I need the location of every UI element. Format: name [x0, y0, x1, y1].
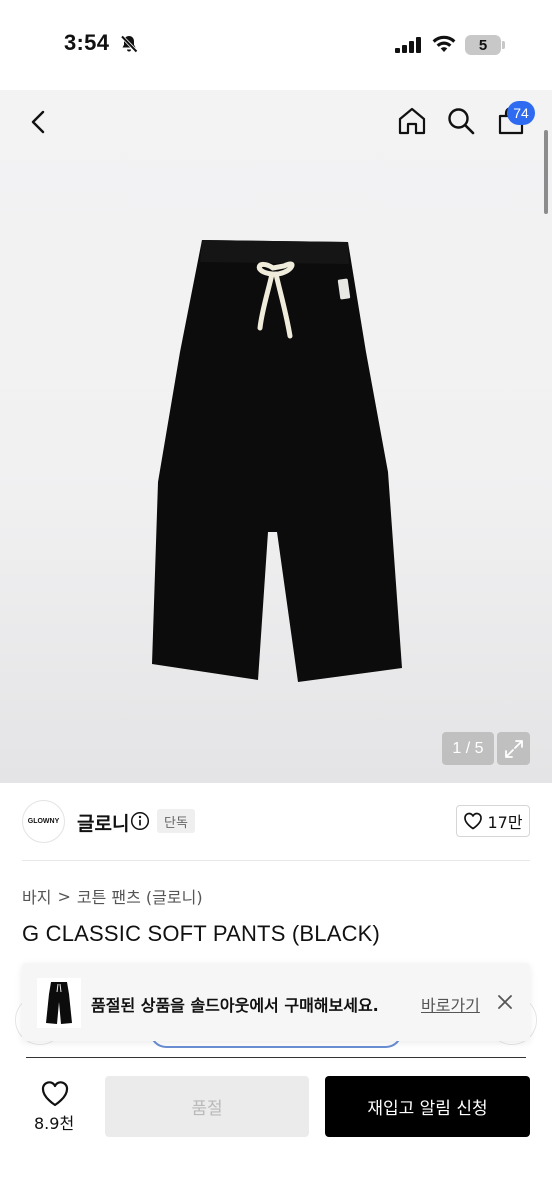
wifi-icon	[432, 35, 456, 52]
close-icon[interactable]	[496, 993, 514, 1011]
image-counter: 1 / 5	[442, 732, 494, 765]
toast-message: 품절된 상품을 솔드아웃에서 구매해보세요.	[91, 996, 379, 1015]
status-time: 3:54	[64, 30, 110, 55]
breadcrumb-subcategory[interactable]: 코튼 팬츠 (글로니)	[77, 884, 203, 908]
restock-alert-button[interactable]: 재입고 알림 신청	[325, 1076, 530, 1137]
product-title: G CLASSIC SOFT PANTS (BLACK)	[22, 921, 381, 946]
brand-logo-text: GLOWNY	[27, 818, 60, 825]
soldout-button[interactable]: 품절	[105, 1076, 309, 1137]
wishlist-count: 8.9천	[34, 1114, 75, 1133]
search-icon[interactable]	[446, 106, 476, 136]
breadcrumb: 바지 > 코튼 팬츠 (글로니)	[22, 884, 203, 908]
scrollbar[interactable]	[544, 130, 548, 214]
brand-name-link[interactable]: 글로니	[77, 809, 129, 836]
expand-icon	[504, 739, 523, 758]
pants-thumbnail-image	[46, 982, 72, 1024]
brand-like-button[interactable]: 17만	[456, 805, 530, 837]
product-image	[152, 240, 402, 682]
cellular-signal-icon	[395, 37, 421, 53]
info-icon[interactable]	[130, 811, 150, 831]
brand-logo[interactable]: GLOWNY	[22, 800, 65, 843]
heart-icon	[464, 812, 483, 830]
wishlist-heart-icon[interactable]	[40, 1080, 70, 1107]
hidden-divider	[26, 1057, 526, 1058]
home-icon[interactable]	[396, 105, 428, 137]
expand-image-button[interactable]	[497, 732, 530, 765]
status-bar: 3:54 5	[0, 0, 552, 90]
toast-product-thumbnail	[37, 978, 81, 1028]
breadcrumb-separator: >	[57, 886, 71, 906]
like-count: 17만	[487, 813, 523, 832]
cart-count-badge: 74	[507, 101, 535, 125]
toast-shortcut-link[interactable]: 바로가기	[421, 992, 480, 1016]
breadcrumb-category[interactable]: 바지	[22, 884, 51, 908]
divider	[22, 860, 530, 861]
back-icon[interactable]	[25, 108, 53, 136]
exclusive-badge: 단독	[157, 809, 195, 833]
battery-cap	[502, 41, 505, 49]
battery-indicator: 5	[465, 35, 501, 55]
bell-muted-icon	[120, 35, 138, 53]
